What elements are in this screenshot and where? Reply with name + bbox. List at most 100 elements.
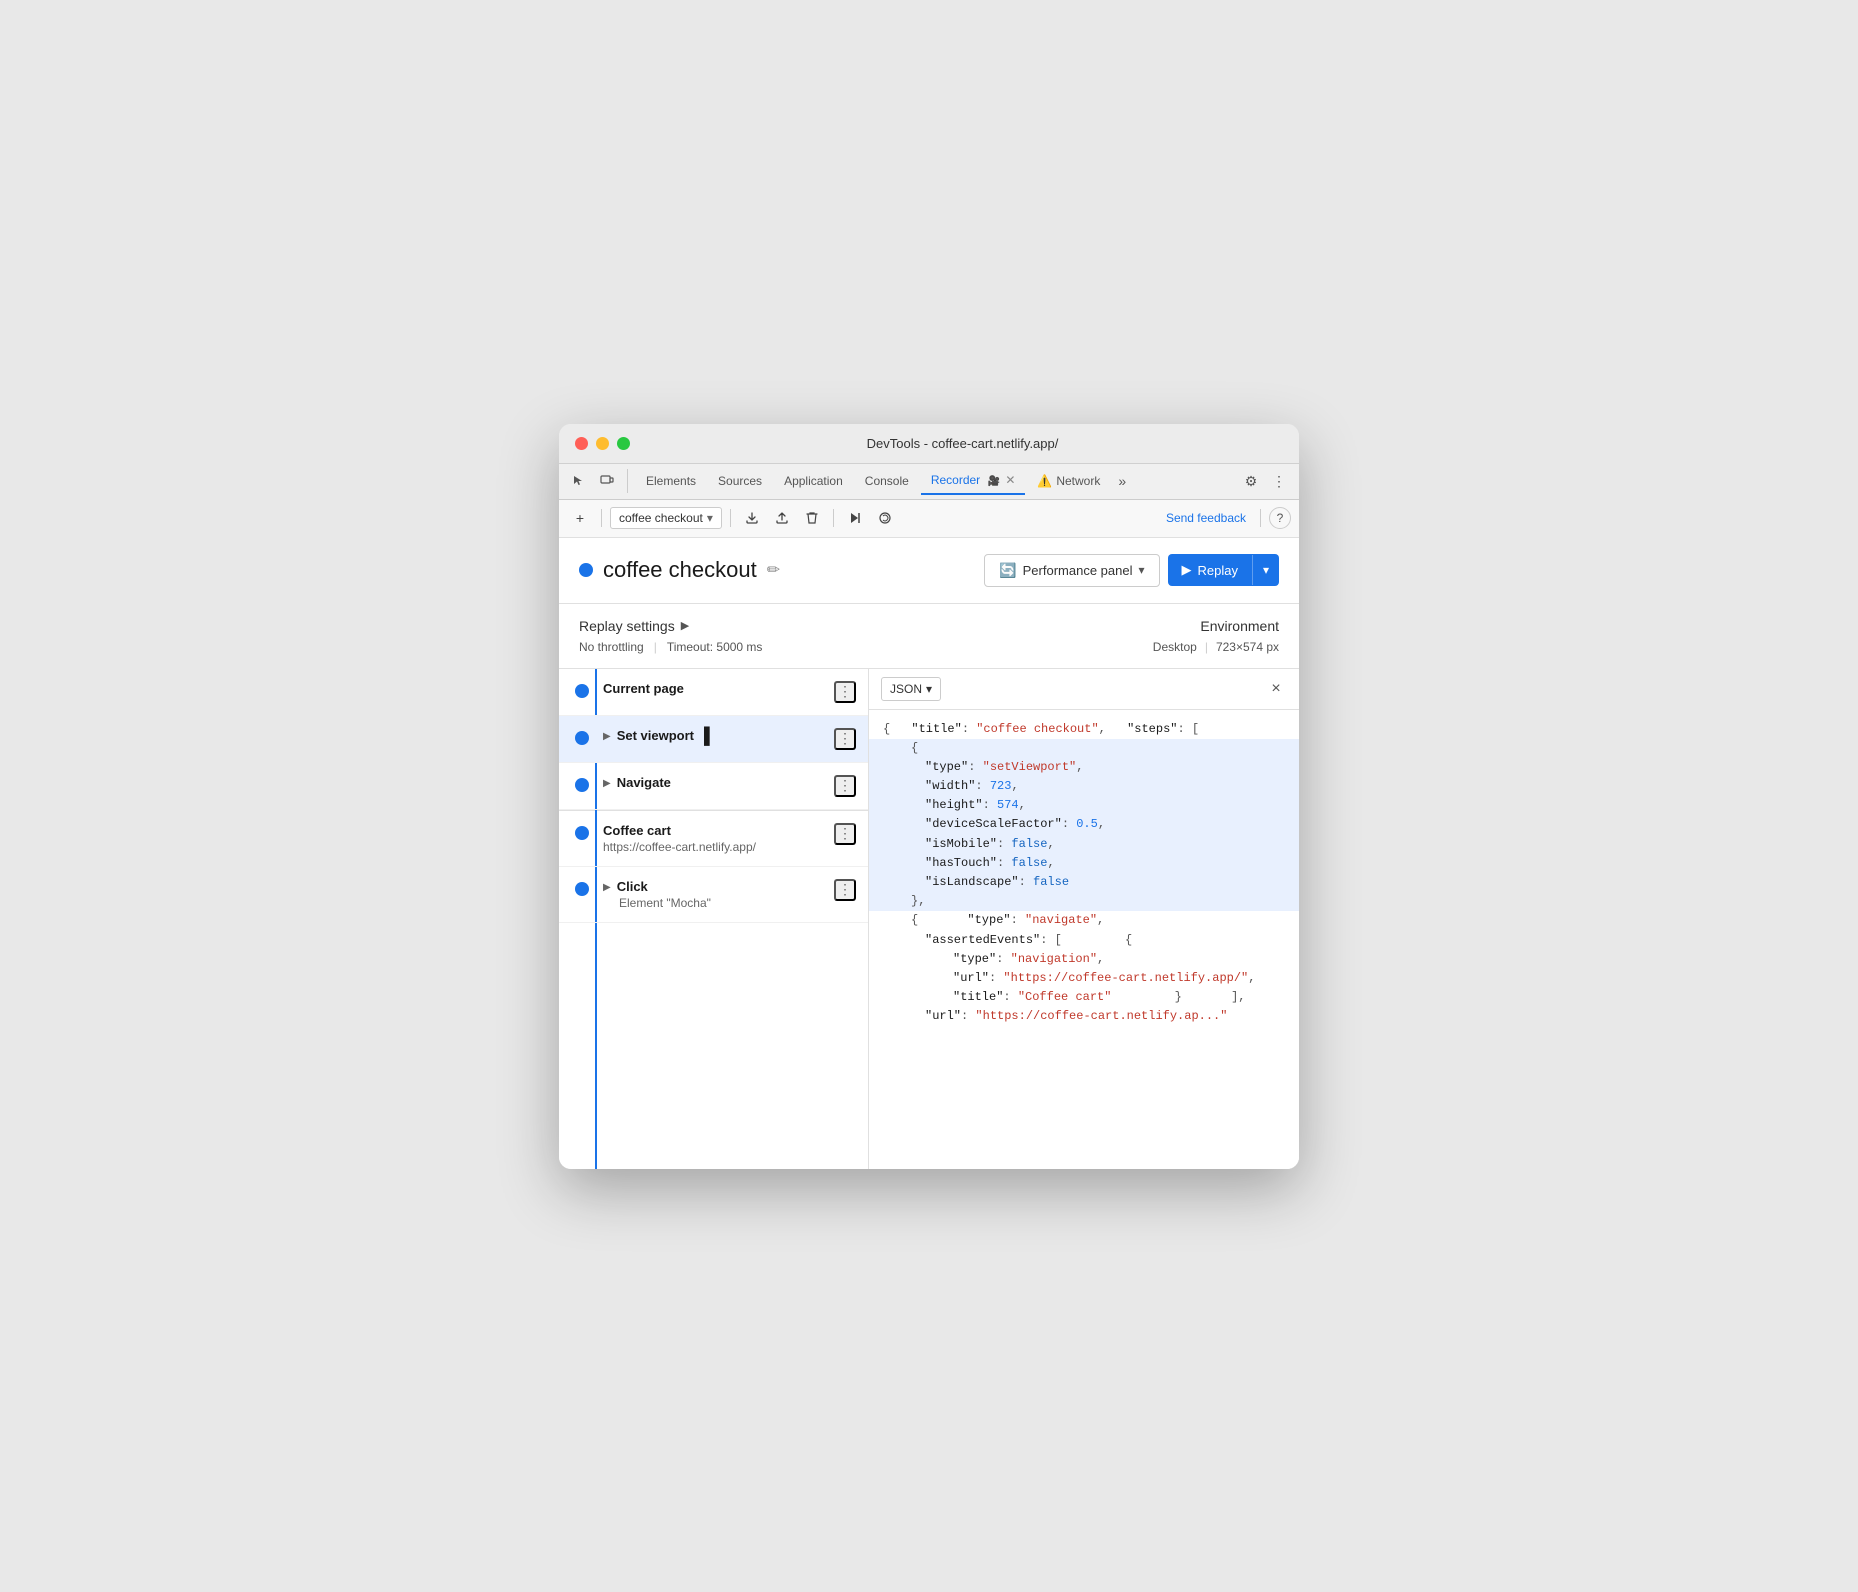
step-title-current-page: Current page bbox=[603, 681, 834, 696]
tab-elements[interactable]: Elements bbox=[636, 468, 706, 494]
settings-separator: | bbox=[654, 640, 657, 654]
chevron-down-icon: ▾ bbox=[707, 511, 713, 525]
traffic-lights bbox=[575, 437, 630, 450]
tab-network[interactable]: ⚠️ Network bbox=[1027, 468, 1110, 494]
step-more-viewport[interactable]: ⋮ bbox=[834, 728, 856, 750]
expand-icon-navigate[interactable]: ▶ bbox=[603, 778, 611, 789]
env-separator: | bbox=[1205, 640, 1208, 654]
steps-panel: Current page ⋮ ▶ Set viewport ▌ ⋮ bbox=[559, 669, 869, 1169]
step-expand-click: ▶ Click bbox=[603, 879, 834, 896]
performance-panel-caret-icon: ▾ bbox=[1138, 563, 1144, 577]
environment-details: Desktop | 723×574 px bbox=[1153, 640, 1279, 654]
recording-title: coffee checkout bbox=[603, 557, 757, 583]
devtools-icons bbox=[567, 469, 628, 493]
step-more-navigate[interactable]: ⋮ bbox=[834, 775, 856, 797]
tab-close-icon[interactable]: ✕ bbox=[1005, 473, 1015, 487]
minimize-button[interactable] bbox=[596, 437, 609, 450]
replay-settings-header[interactable]: Replay settings ▶ bbox=[579, 618, 762, 634]
device-toolbar-icon[interactable] bbox=[595, 469, 619, 493]
step-dot-coffee-cart bbox=[575, 826, 589, 840]
toolbar-divider-1 bbox=[601, 509, 602, 527]
json-content: { "title": "coffee checkout", "steps": [… bbox=[869, 710, 1299, 1169]
window-title: DevTools - coffee-cart.netlify.app/ bbox=[642, 436, 1283, 451]
step-title-click: Click bbox=[617, 879, 648, 894]
step-click[interactable]: ▶ Click Element "Mocha" ⋮ bbox=[559, 867, 868, 923]
main-content: Current page ⋮ ▶ Set viewport ▌ ⋮ bbox=[559, 669, 1299, 1169]
step-navigate[interactable]: ▶ Navigate ⋮ bbox=[559, 763, 868, 810]
json-format-selector[interactable]: JSON ▾ bbox=[881, 677, 941, 701]
json-format-chevron-icon: ▾ bbox=[926, 682, 932, 696]
cursor-icon: ▌ bbox=[704, 728, 715, 746]
tabs-list: Elements Sources Application Console Rec… bbox=[636, 467, 1239, 495]
step-coffee-cart[interactable]: Coffee cart https://coffee-cart.netlify.… bbox=[559, 811, 868, 867]
replay-button[interactable]: ▶ Replay ▾ bbox=[1168, 554, 1280, 586]
step-content-viewport: ▶ Set viewport ▌ bbox=[603, 728, 834, 746]
help-button[interactable]: ? bbox=[1269, 507, 1291, 529]
toolbar-divider-2 bbox=[730, 509, 731, 527]
edit-title-icon[interactable]: ✏ bbox=[767, 560, 780, 580]
step-title-navigate: Navigate bbox=[617, 775, 671, 790]
maximize-button[interactable] bbox=[617, 437, 630, 450]
json-toolbar: JSON ▾ × bbox=[869, 669, 1299, 710]
step-subtitle-coffee-cart: https://coffee-cart.netlify.app/ bbox=[603, 840, 834, 854]
delete-button[interactable] bbox=[799, 505, 825, 531]
step-current-page[interactable]: Current page ⋮ bbox=[559, 669, 868, 716]
devtools-window: DevTools - coffee-cart.netlify.app/ Elem… bbox=[559, 424, 1299, 1169]
tab-application[interactable]: Application bbox=[774, 468, 853, 494]
step-dot-navigate bbox=[575, 778, 589, 792]
step-more-current-page[interactable]: ⋮ bbox=[834, 681, 856, 703]
step-dot-current-page bbox=[575, 684, 589, 698]
devtools-settings-area: ⚙ ⋮ bbox=[1239, 469, 1291, 493]
recorder-toolbar: + coffee checkout ▾ bbox=[559, 500, 1299, 538]
step-button[interactable] bbox=[842, 505, 868, 531]
step-set-viewport[interactable]: ▶ Set viewport ▌ ⋮ bbox=[559, 716, 868, 763]
cursor-tool-icon[interactable] bbox=[567, 469, 591, 493]
step-dot-click bbox=[575, 882, 589, 896]
json-panel: JSON ▾ × { "title": "coffee checkout", "… bbox=[869, 669, 1299, 1169]
import-button[interactable] bbox=[769, 505, 795, 531]
step-content-click: ▶ Click Element "Mocha" bbox=[603, 879, 834, 910]
expand-icon-viewport[interactable]: ▶ bbox=[603, 731, 611, 742]
step-more-coffee-cart[interactable]: ⋮ bbox=[834, 823, 856, 845]
tab-recorder[interactable]: Recorder 🎥 ✕ bbox=[921, 467, 1026, 495]
performance-panel-button[interactable]: 🔄 Performance panel ▾ bbox=[984, 554, 1159, 587]
replay-play-icon: ▶ bbox=[1182, 562, 1192, 578]
settings-details: No throttling | Timeout: 5000 ms bbox=[579, 640, 762, 654]
json-close-button[interactable]: × bbox=[1265, 678, 1287, 700]
tab-console[interactable]: Console bbox=[855, 468, 919, 494]
header-actions: 🔄 Performance panel ▾ ▶ Replay ▾ bbox=[984, 554, 1279, 587]
close-button[interactable] bbox=[575, 437, 588, 450]
environment-section: Environment Desktop | 723×574 px bbox=[1153, 618, 1279, 654]
step-content-navigate: ▶ Navigate bbox=[603, 775, 834, 792]
step-expand-navigate: ▶ Navigate bbox=[603, 775, 834, 792]
recording-title-area: coffee checkout ✏ bbox=[579, 557, 780, 583]
devtools-tab-bar: Elements Sources Application Console Rec… bbox=[559, 464, 1299, 500]
settings-gear-icon[interactable]: ⚙ bbox=[1239, 469, 1263, 493]
recording-indicator bbox=[579, 563, 593, 577]
add-recording-button[interactable]: + bbox=[567, 505, 593, 531]
settings-area: Replay settings ▶ No throttling | Timeou… bbox=[559, 604, 1299, 669]
tab-sources[interactable]: Sources bbox=[708, 468, 772, 494]
toolbar-divider-4 bbox=[1260, 509, 1261, 527]
step-dot-viewport bbox=[575, 731, 589, 745]
step-subtitle-click: Element "Mocha" bbox=[619, 896, 834, 910]
step-title-viewport: Set viewport bbox=[617, 728, 694, 743]
replay-caret-icon[interactable]: ▾ bbox=[1252, 555, 1279, 585]
record-button[interactable] bbox=[872, 505, 898, 531]
step-title-coffee-cart: Coffee cart bbox=[603, 823, 834, 838]
warning-icon: ⚠️ bbox=[1037, 474, 1052, 488]
more-options-icon[interactable]: ⋮ bbox=[1267, 469, 1291, 493]
more-tabs-button[interactable]: » bbox=[1112, 469, 1132, 493]
expand-icon-click[interactable]: ▶ bbox=[603, 882, 611, 893]
step-expand-viewport: ▶ Set viewport ▌ bbox=[603, 728, 834, 746]
recording-selector[interactable]: coffee checkout ▾ bbox=[610, 507, 722, 529]
export-button[interactable] bbox=[739, 505, 765, 531]
title-bar: DevTools - coffee-cart.netlify.app/ bbox=[559, 424, 1299, 464]
recording-header: coffee checkout ✏ 🔄 Performance panel ▾ … bbox=[559, 538, 1299, 604]
send-feedback-button[interactable]: Send feedback bbox=[1160, 508, 1252, 528]
step-content-coffee-cart: Coffee cart https://coffee-cart.netlify.… bbox=[603, 823, 834, 854]
settings-expand-icon: ▶ bbox=[681, 619, 689, 632]
step-content-current-page: Current page bbox=[603, 681, 834, 698]
step-more-click[interactable]: ⋮ bbox=[834, 879, 856, 901]
replay-settings-section: Replay settings ▶ No throttling | Timeou… bbox=[579, 618, 762, 654]
